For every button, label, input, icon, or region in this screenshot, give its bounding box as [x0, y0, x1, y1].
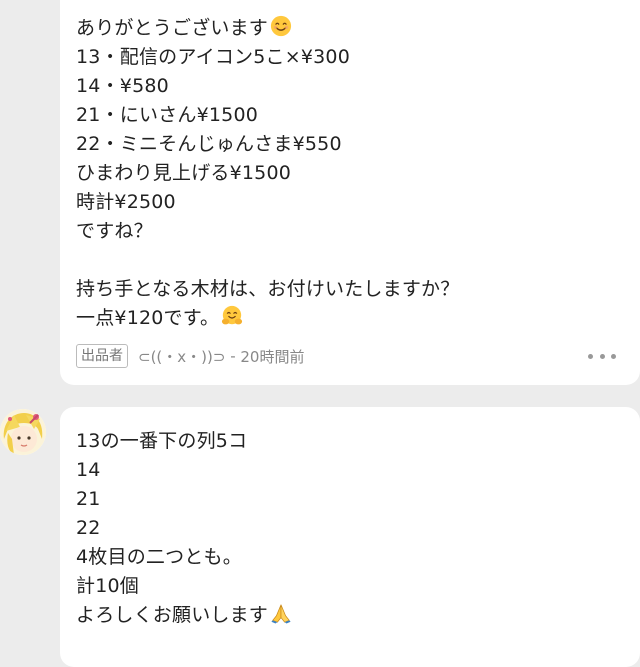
message-line: よろしくお願いします: [76, 601, 292, 630]
folded-hands-icon: [271, 604, 291, 624]
avatar[interactable]: [0, 409, 46, 455]
message-line: 21: [76, 488, 101, 510]
message-line: 22・ミニそんじゅんさま¥550: [76, 133, 342, 155]
message-line: 13・配信のアイコン5こ×¥300: [76, 46, 350, 68]
message-line: ですね？: [76, 220, 153, 242]
more-dots-icon: [588, 353, 593, 359]
message-line: 13の一番下の列5コ: [76, 430, 248, 452]
hugging-face-icon: [222, 305, 243, 325]
timestamp: 20時間前: [240, 347, 305, 366]
message-line: 14: [76, 459, 101, 481]
buyer-message-bubble: 13の一番下の列5コ 14 21 22 4枚目の二つとも。 計10個 よろしくお…: [60, 407, 640, 667]
seller-message-text: ありがとうございます 13・配信のアイコン5こ×¥300 14・¥580 21・…: [76, 14, 459, 333]
message-line: 持ち手となる木材は、お付けいたしますか？: [76, 278, 460, 300]
more-dots-icon: [611, 353, 616, 359]
more-dots-icon: [599, 353, 605, 359]
message-line: 時計¥2500: [76, 191, 176, 213]
message-line: 一点¥120です。: [76, 304, 459, 333]
seller-badge: 出品者: [76, 344, 128, 368]
message-line: 14・¥580: [76, 75, 169, 97]
sender-name[interactable]: ⊂((・x・))⊃: [138, 346, 225, 367]
message-line: ひまわり見上げる¥1500: [76, 162, 292, 184]
message-line: 4枚目の二つとも。: [76, 546, 242, 568]
user-avatar-illustration: [0, 409, 46, 455]
message-line: 21・にいさん¥1500: [76, 104, 259, 126]
message-meta: 出品者 ⊂((・x・))⊃ - 20時間前: [76, 342, 304, 370]
seller-message-bubble: ありがとうございます 13・配信のアイコン5こ×¥300 14・¥580 21・…: [60, 0, 640, 385]
more-options-button[interactable]: [588, 346, 616, 366]
message-line: ありがとうございます: [76, 14, 459, 43]
smiling-face-icon: [270, 15, 292, 37]
message-line: [76, 246, 459, 275]
buyer-message-text: 13の一番下の列5コ 14 21 22 4枚目の二つとも。 計10個 よろしくお…: [76, 427, 292, 630]
message-line: 計10個: [76, 575, 139, 597]
meta-separator: -: [225, 347, 241, 365]
message-line: 22: [76, 517, 101, 539]
